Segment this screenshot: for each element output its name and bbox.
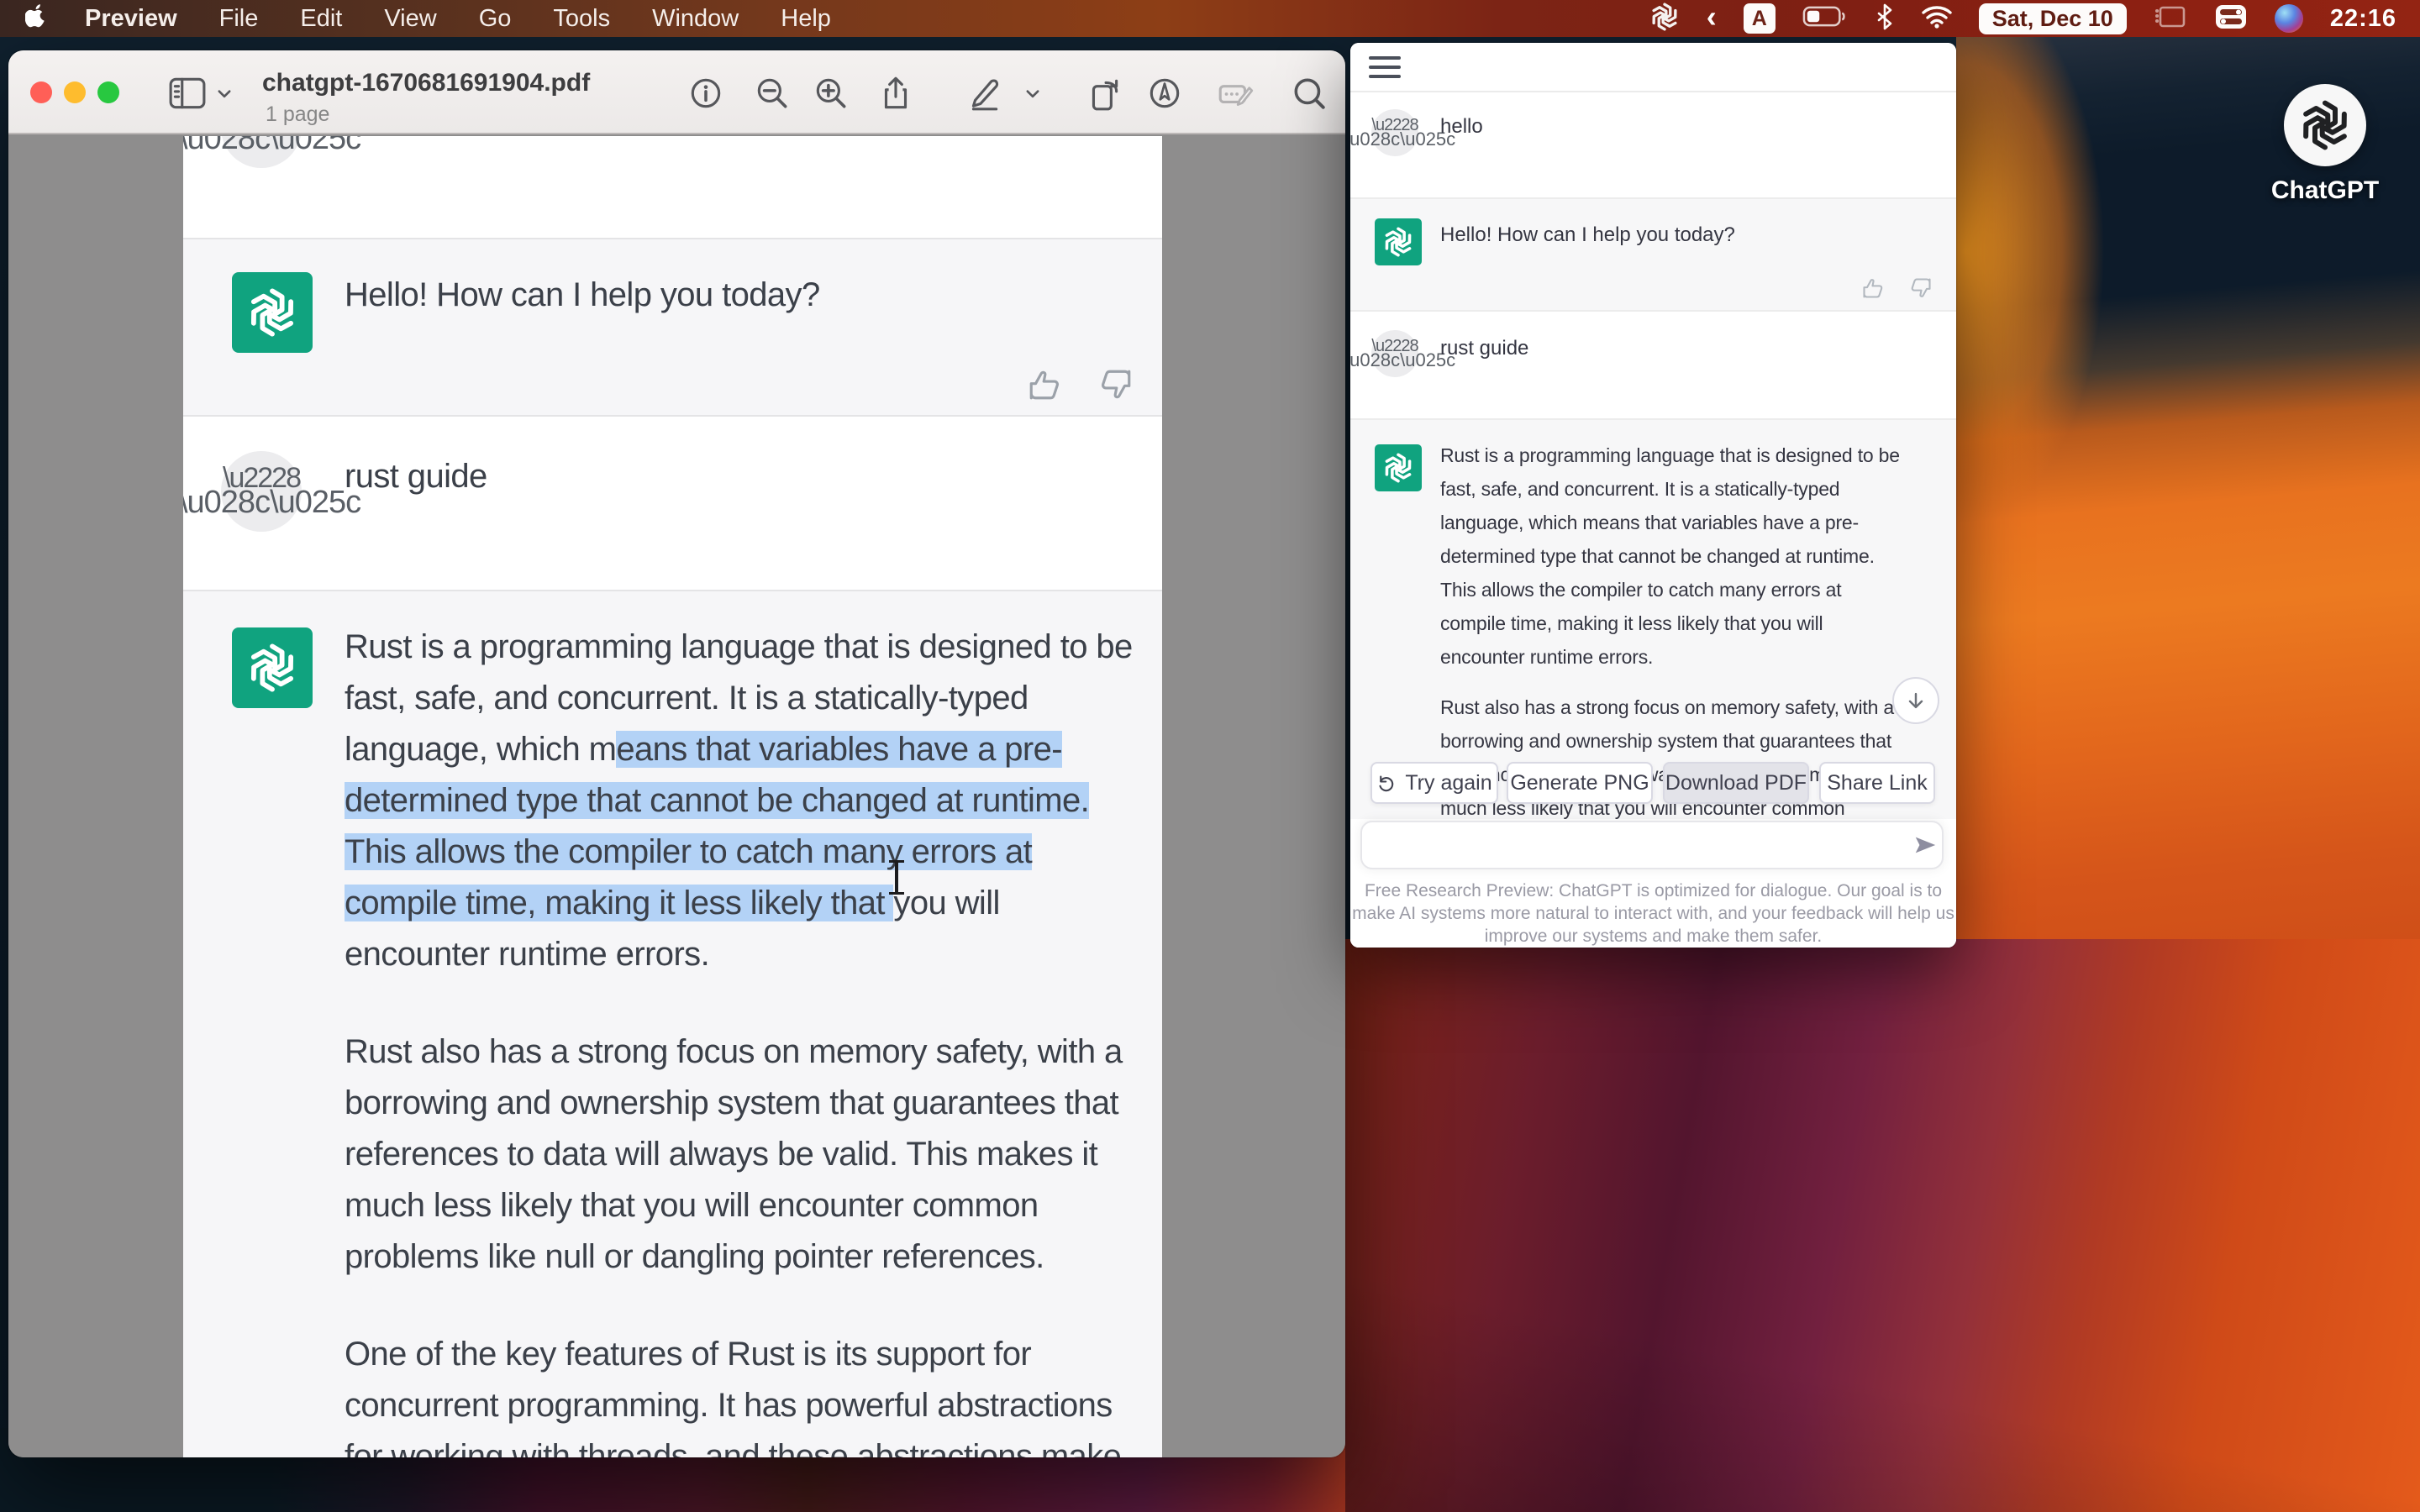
text-cursor [889, 858, 904, 897]
pdf-row-assistant-greeting: Hello! How can I help you today? [183, 238, 1162, 415]
zoom-out-icon[interactable] [753, 74, 792, 113]
message-input[interactable] [1360, 821, 1944, 869]
pdf-reply-paragraph-1[interactable]: Rust is a programming language that is d… [345, 622, 1133, 980]
chatgpt-window: \u2228 b\u028c\u025c hello Hello! How ca… [1350, 43, 1956, 948]
menu-item-view[interactable]: View [363, 5, 457, 33]
chatgpt-app-icon[interactable] [2284, 84, 2366, 166]
screen-mirroring-icon[interactable] [2154, 4, 2187, 34]
thumbs-down-icon [1098, 367, 1134, 402]
zoom-in-icon[interactable] [812, 74, 850, 113]
openai-status-icon[interactable] [1649, 2, 1680, 36]
pdf-page: \u2228 b\u028c\u025c Hello! How can I he… [183, 136, 1162, 1457]
share-link-button[interactable]: Share Link [1819, 762, 1935, 804]
input-source-indicator[interactable]: A [1744, 3, 1776, 34]
pdf-reply-paragraph-2[interactable]: Rust also has a strong focus on memory s… [345, 1026, 1123, 1283]
clock-indicator: 22:16 [2330, 5, 2396, 33]
battery-icon[interactable] [1802, 5, 1848, 32]
preview-window: chatgpt-1670681691904.pdf 1 page \u2228 … [8, 50, 1345, 1457]
thumbs-up-icon[interactable] [1861, 276, 1885, 300]
preview-content-area: \u2228 b\u028c\u025c Hello! How can I he… [8, 136, 1345, 1457]
chat-assistant-message: Hello! How can I help you today? [1440, 223, 1735, 247]
chatgpt-avatar [232, 627, 313, 708]
preview-title-bar[interactable]: chatgpt-1670681691904.pdf 1 page [8, 50, 1345, 134]
menu-item-help[interactable]: Help [760, 5, 852, 33]
chatgpt-avatar [1375, 218, 1422, 265]
chat-row-assistant-greeting: Hello! How can I help you today? [1350, 197, 1956, 312]
menu-item-window[interactable]: Window [631, 5, 760, 33]
chat-footer-disclaimer: Free Research Preview: ChatGPT is optimi… [1350, 879, 1956, 948]
menu-item-file[interactable]: File [198, 5, 280, 33]
generate-png-button[interactable]: Generate PNG [1507, 762, 1653, 804]
markup-pencil-icon[interactable] [965, 74, 1003, 113]
highlight-icon[interactable] [1145, 74, 1184, 113]
chat-reply-part1: Rust is a programming language that is d… [1440, 438, 1900, 674]
apple-menu-icon[interactable] [25, 3, 64, 34]
pdf-row-user-prompt: \u2228 b\u028c\u025c rust guide [183, 415, 1162, 590]
form-fill-icon [1216, 74, 1255, 113]
bluetooth-icon[interactable] [1875, 3, 1895, 34]
sidebar-toggle-icon[interactable] [168, 74, 207, 113]
user-avatar: \u2228 b\u028c\u025c [221, 451, 302, 532]
chat-input-bar: Free Research Preview: ChatGPT is optimi… [1350, 819, 1956, 948]
thumbs-down-icon[interactable] [1909, 276, 1933, 300]
desktop-icon-chatgpt[interactable]: ChatGPT [2258, 84, 2392, 205]
menu-hamburger-icon[interactable] [1369, 56, 1401, 84]
menu-app-name[interactable]: Preview [64, 5, 198, 33]
thumbs-up-icon [1027, 367, 1062, 402]
menu-bar-status: ‹ A Sat, Dec 10 22:16 [1649, 2, 2420, 36]
pdf-row-user-hello: \u2228 b\u028c\u025c [183, 136, 1162, 238]
try-again-button[interactable]: Try again [1370, 762, 1498, 804]
control-center-icon[interactable] [2214, 3, 2248, 34]
share-icon[interactable] [876, 74, 915, 113]
chat-user-message: hello [1440, 115, 1483, 139]
download-pdf-button[interactable]: Download PDF [1663, 762, 1809, 804]
menu-item-go[interactable]: Go [458, 5, 533, 33]
pdf-user-prompt-text: rust guide [345, 458, 487, 496]
pdf-assistant-greeting-text: Hello! How can I help you today? [345, 276, 820, 314]
menu-bar: Preview File Edit View Go Tools Window H… [0, 0, 2420, 37]
scroll-to-bottom-button[interactable] [1892, 677, 1939, 724]
user-avatar: \u2228 b\u028c\u025c [221, 136, 302, 168]
send-icon[interactable] [1912, 832, 1938, 858]
page-count: 1 page [266, 102, 329, 127]
sidebar-chevron-icon[interactable] [210, 74, 239, 113]
wifi-icon[interactable] [1922, 5, 1952, 33]
user-avatar: \u2228 b\u028c\u025c [1371, 109, 1418, 156]
rotate-icon[interactable] [1085, 74, 1123, 113]
close-button[interactable] [30, 81, 52, 103]
desktop-icon-label: ChatGPT [2258, 176, 2392, 205]
document-title: chatgpt-1670681691904.pdf [262, 69, 590, 97]
search-icon[interactable] [1290, 74, 1328, 113]
menu-bar-left: Preview File Edit View Go Tools Window H… [0, 3, 852, 34]
minimize-button[interactable] [64, 81, 86, 103]
menu-item-tools[interactable]: Tools [532, 5, 631, 33]
chat-user-message: rust guide [1440, 337, 1528, 360]
date-indicator[interactable]: Sat, Dec 10 [1979, 3, 2127, 34]
chatgpt-avatar [1375, 444, 1422, 491]
menu-item-edit[interactable]: Edit [279, 5, 363, 33]
zoom-window-button[interactable] [97, 81, 119, 103]
collapse-chevron-icon[interactable]: ‹ [1707, 2, 1717, 32]
chat-row-user-prompt: \u2228 b\u028c\u025c rust guide [1350, 312, 1956, 418]
chatgpt-header [1350, 43, 1956, 92]
pdf-reply-paragraph-3[interactable]: One of the key features of Rust is its s… [345, 1329, 1121, 1457]
chat-row-user-hello: \u2228 b\u028c\u025c hello [1350, 92, 1956, 197]
desktop-wallpaper-bottom [1345, 939, 2420, 1512]
user-avatar: \u2228 b\u028c\u025c [1371, 330, 1418, 377]
chatgpt-avatar [232, 272, 313, 353]
chat-reply-part2: Rust also has a strong focus on memory s… [1440, 690, 1894, 825]
pdf-row-assistant-reply: Rust is a programming language that is d… [183, 590, 1162, 1457]
siri-icon[interactable] [2275, 4, 2303, 33]
markup-chevron-icon[interactable] [1018, 74, 1047, 113]
info-icon[interactable] [687, 74, 725, 113]
